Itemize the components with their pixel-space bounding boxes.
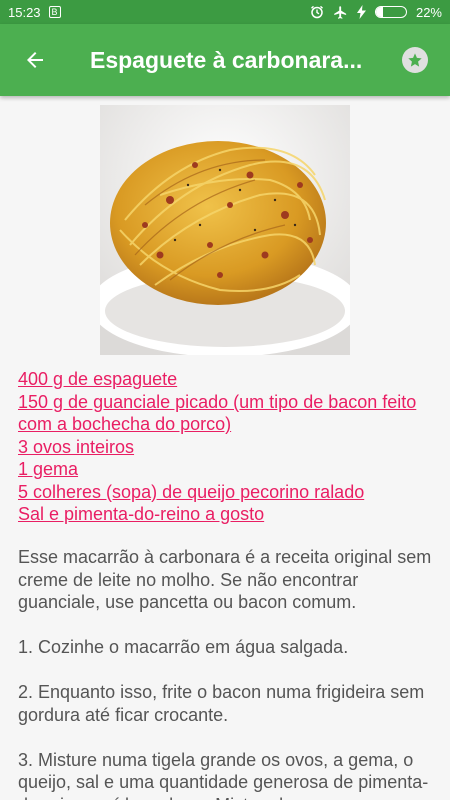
status-time: 15:23	[8, 4, 41, 20]
recipe-photo	[100, 105, 350, 355]
ingredient-link[interactable]: 150 g de guanciale picado (um tipo de ba…	[18, 391, 443, 436]
alarm-icon	[311, 5, 323, 19]
back-button[interactable]	[0, 24, 70, 96]
notification-icon: B	[48, 6, 61, 18]
ingredient-link[interactable]: Sal e pimenta-do-reino a gosto	[18, 503, 443, 526]
airplane-icon	[334, 5, 347, 19]
favorite-badge	[402, 47, 428, 73]
recipe-content[interactable]: 400 g de espaguete 150 g de guanciale pic…	[0, 96, 450, 800]
step-paragraph: 3. Misture numa tigela grande os ovos, a…	[18, 749, 429, 800]
star-icon	[408, 53, 422, 67]
intro-paragraph: Esse macarrão à carbonara é a receita or…	[18, 547, 432, 612]
recipe-description: Esse macarrão à carbonara é a receita or…	[18, 546, 438, 800]
ingredient-link[interactable]: 400 g de espaguete	[18, 368, 443, 391]
notification-glyph: B	[51, 6, 58, 17]
status-bar: 15:23 B 22%	[0, 0, 450, 24]
step-paragraph: 1. Cozinhe o macarrão em água salgada.	[18, 637, 349, 657]
ingredient-link[interactable]: 3 ovos inteiros	[18, 436, 443, 459]
page-title: Espaguete à carbonara...	[90, 46, 363, 73]
favorite-button[interactable]	[380, 24, 450, 96]
ingredient-link[interactable]: 1 gema	[18, 458, 443, 481]
ingredient-link[interactable]: 5 colheres (sopa) de queijo pecorino ral…	[18, 481, 443, 504]
step-paragraph: 2. Enquanto isso, frite o bacon numa fri…	[18, 682, 425, 725]
app-bar: Espaguete à carbonara...	[0, 24, 450, 96]
arrow-left-icon	[27, 52, 43, 68]
ingredient-list: 400 g de espaguete 150 g de guanciale pic…	[18, 368, 443, 526]
charging-icon	[356, 5, 366, 19]
battery-icon	[374, 6, 407, 18]
battery-fill	[375, 7, 383, 17]
battery-percent: 22%	[415, 4, 442, 20]
